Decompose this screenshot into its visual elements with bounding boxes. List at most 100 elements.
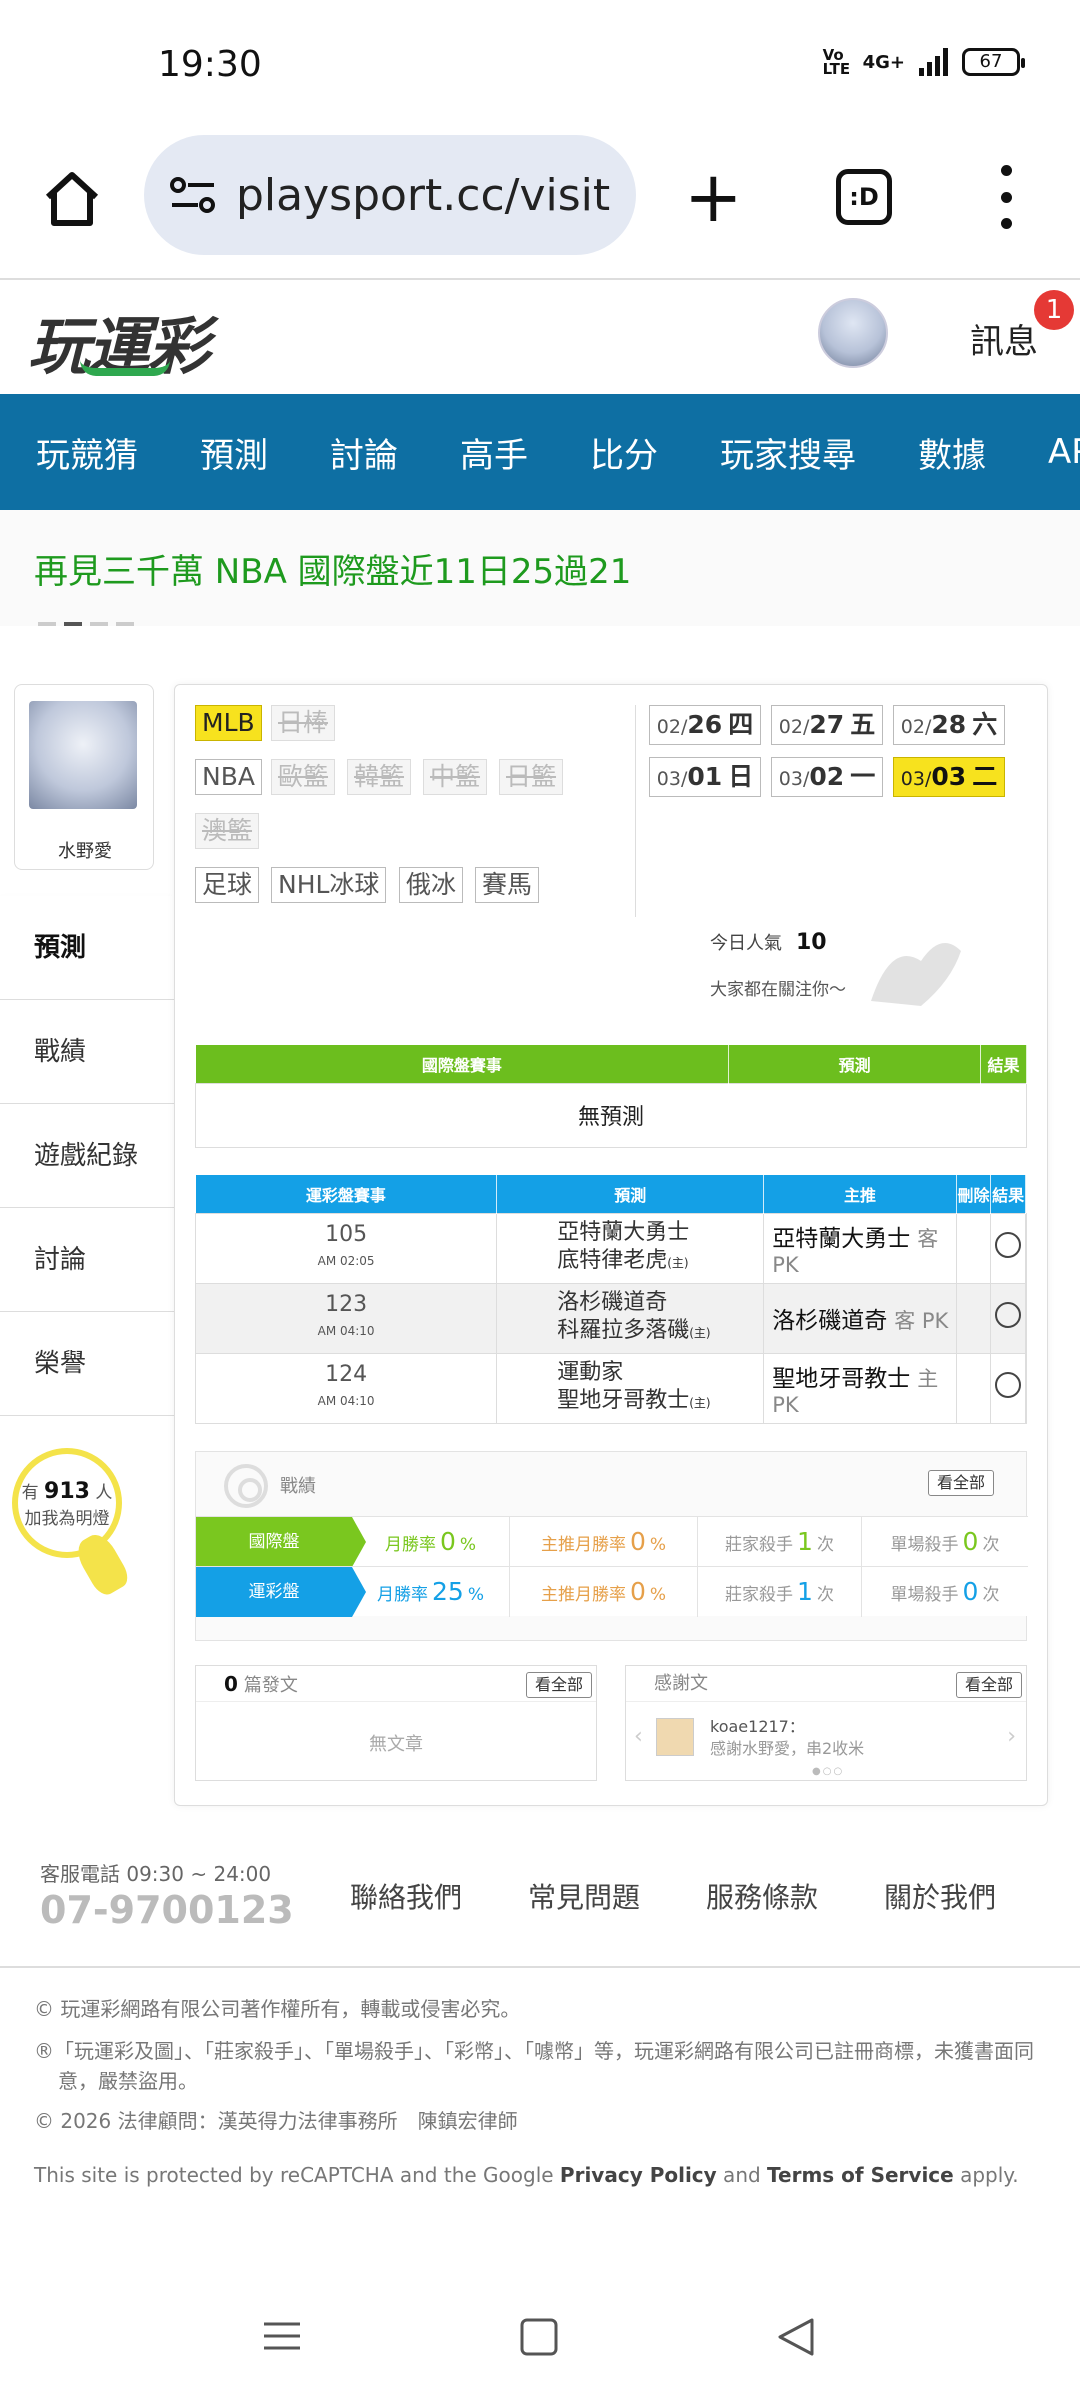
logo-swoosh: [80, 360, 170, 376]
copyright-text: © 玩運彩網路有限公司著作權所有，轉載或侵害必究。: [34, 1997, 521, 2021]
battery-icon: 67: [962, 48, 1025, 76]
tab-switcher-button[interactable]: :D: [836, 169, 892, 225]
result-cell: [1025, 1282, 1027, 1354]
stat-unit: %: [459, 1534, 477, 1555]
thanks-entry[interactable]: koae1217： 感謝水野愛，串2收米: [710, 1716, 864, 1760]
date-0227[interactable]: 02/27 五: [771, 705, 883, 745]
signal-icon: [919, 48, 948, 76]
side-item-predict[interactable]: 預測: [0, 896, 174, 1000]
date-day: 27: [809, 710, 845, 739]
messages-link[interactable]: 訊息: [970, 314, 1038, 363]
date-day: 28: [931, 710, 967, 739]
col-header: 國際盤賽事: [195, 1045, 730, 1083]
pick-note: 客 PK: [894, 1309, 949, 1333]
side-item-discussion[interactable]: 討論: [0, 1208, 174, 1312]
terms-of-service-link[interactable]: Terms of Service: [767, 2163, 954, 2187]
fans-suffix: 人: [95, 1483, 113, 1503]
date-0228[interactable]: 02/28 六: [893, 705, 1005, 745]
target-icon: [224, 1464, 268, 1508]
nav-item[interactable]: 高手: [460, 428, 528, 477]
address-bar[interactable]: playsport.cc/visit: [144, 135, 636, 255]
more-menu-icon[interactable]: [998, 165, 1014, 229]
league-soccer[interactable]: 足球: [195, 867, 260, 903]
pick-team: 亞特蘭大勇士: [772, 1225, 911, 1252]
date-0302[interactable]: 03/02 一: [771, 757, 883, 797]
result-cell: [1025, 1352, 1027, 1424]
marquee-dots: [38, 622, 134, 626]
nav-item[interactable]: 數據: [918, 428, 986, 477]
profile-avatar[interactable]: [29, 701, 137, 809]
game-time: AM 02:05: [317, 1254, 375, 1268]
support-hours: 客服電話 09:30 ~ 24:00: [40, 1862, 272, 1886]
footer-link-about[interactable]: 關於我們: [884, 1876, 996, 1916]
stat-unit: 次: [816, 1584, 834, 1605]
nav-item[interactable]: 比分: [590, 428, 658, 477]
side-item-game-log[interactable]: 遊戲紀錄: [0, 1104, 174, 1208]
volte-indicator: Vo LTE: [822, 46, 851, 78]
delete-radio[interactable]: [995, 1302, 1022, 1328]
menu-icon[interactable]: [264, 2322, 300, 2350]
marquee-text[interactable]: 再見三千萬 NBA 國際盤近11日25過21: [34, 544, 631, 593]
prev-arrow-icon[interactable]: ‹: [634, 1724, 643, 1749]
league-cnbasket: 中籃: [423, 759, 488, 795]
home-nav-icon[interactable]: [520, 2318, 558, 2356]
side-item-record[interactable]: 戰績: [0, 1000, 174, 1104]
nav-item[interactable]: 預測: [200, 428, 268, 477]
date-0226[interactable]: 02/26 四: [649, 705, 761, 745]
privacy-policy-link[interactable]: Privacy Policy: [560, 2163, 717, 2187]
away-team: 洛杉磯道奇: [557, 1290, 668, 1315]
stat-value: 1: [797, 1576, 813, 1606]
home-team: 科羅拉多落磯: [557, 1318, 690, 1343]
nav-item[interactable]: APP: [1048, 432, 1080, 472]
mascot-icon: [871, 943, 961, 1006]
support-phone[interactable]: 07-9700123: [40, 1888, 294, 1932]
back-icon[interactable]: [778, 2318, 814, 2356]
divider: [635, 705, 636, 917]
stat-label: 單場殺手: [890, 1534, 959, 1555]
stat-value: 0: [962, 1526, 979, 1556]
posts-label: 篇發文: [243, 1675, 298, 1696]
date-0301[interactable]: 03/01 日: [649, 757, 761, 797]
record-row-label: 運彩盤: [196, 1566, 366, 1617]
footer-link-terms[interactable]: 服務條款: [706, 1876, 818, 1916]
league-mlb[interactable]: MLB: [195, 705, 262, 741]
record-see-all-button[interactable]: 看全部: [928, 1470, 995, 1496]
league-khl[interactable]: 俄冰: [399, 867, 464, 903]
new-tab-icon[interactable]: +: [684, 162, 743, 232]
record-panel: 戰績 看全部 國際盤 月勝率 0% 主推月勝率 0% 莊家殺手 1 次 單場殺手 0 次 運…: [195, 1451, 1028, 1641]
home-icon[interactable]: [40, 167, 104, 231]
footer-link-faq[interactable]: 常見問題: [528, 1876, 640, 1916]
recaptcha-text: This site is protected by reCAPTCHA and …: [34, 2160, 1044, 2190]
delete-radio[interactable]: [995, 1232, 1022, 1258]
side-item-honor[interactable]: 榮譽: [0, 1312, 174, 1416]
stat-value: 1: [797, 1526, 813, 1556]
next-arrow-icon[interactable]: ›: [1007, 1724, 1016, 1749]
site-settings-icon[interactable]: [170, 175, 216, 215]
stat-value: 25: [432, 1576, 464, 1606]
popularity-label: 今日人氣: [710, 933, 782, 954]
league-horse[interactable]: 賽馬: [475, 867, 540, 903]
league-nhl[interactable]: NHL冰球: [271, 867, 387, 903]
col-header: 刪除: [956, 1175, 992, 1213]
record-row-label: 國際盤: [196, 1516, 366, 1567]
date-0303[interactable]: 03/03 二: [893, 757, 1005, 797]
nav-item[interactable]: 玩競猜: [36, 428, 138, 477]
date-weekday: 四: [728, 710, 754, 739]
thanks-see-all-button[interactable]: 看全部: [956, 1672, 1023, 1698]
posts-see-all-button[interactable]: 看全部: [526, 1672, 593, 1698]
date-day: 01: [687, 762, 723, 791]
posts-empty: 無文章: [369, 1734, 423, 1755]
thanks-avatar[interactable]: [656, 1718, 694, 1756]
home-tag: (主): [689, 1396, 711, 1410]
law-text: © 2026 法律顧問：漢英得力法律事務所 陳鎮宏律師: [34, 2109, 518, 2133]
header-avatar[interactable]: [818, 298, 888, 368]
result-cell: [1025, 1212, 1027, 1284]
away-team: 運動家: [557, 1360, 624, 1385]
stat-value: 0: [962, 1576, 979, 1606]
nav-item[interactable]: 討論: [330, 428, 398, 477]
league-nba[interactable]: NBA: [195, 759, 262, 795]
delete-radio[interactable]: [995, 1372, 1022, 1398]
footer-link-contact[interactable]: 聯絡我們: [350, 1876, 462, 1916]
nav-item[interactable]: 玩家搜尋: [720, 428, 856, 477]
stat-value: 0: [439, 1526, 456, 1556]
